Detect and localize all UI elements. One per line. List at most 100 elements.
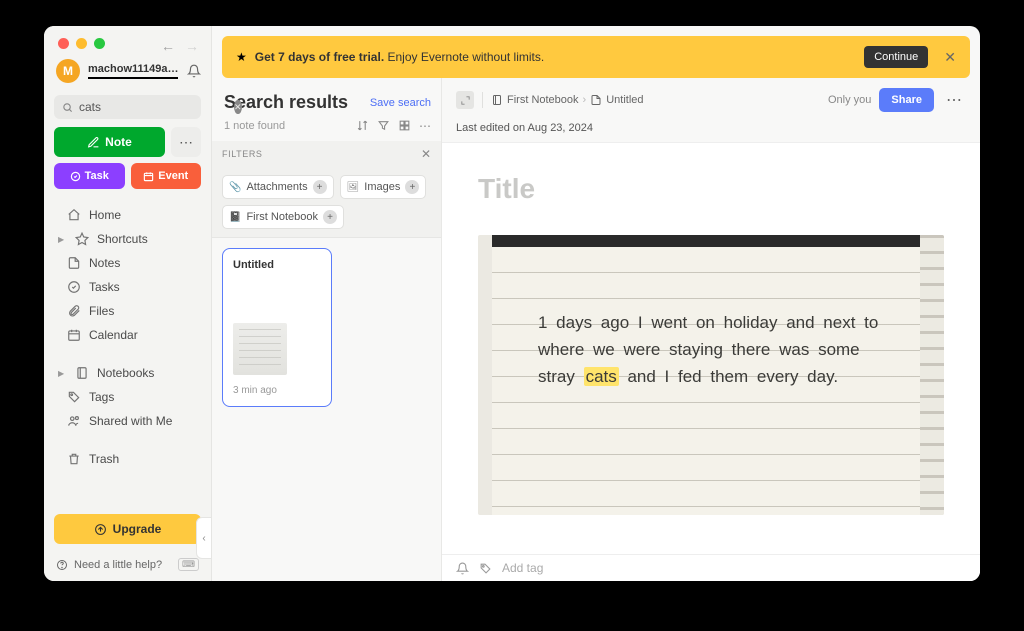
- window-close[interactable]: [58, 38, 69, 49]
- tag-add-icon[interactable]: [479, 562, 492, 575]
- search-icon: [62, 102, 73, 113]
- filters-header: FILTERS ✕: [212, 141, 441, 167]
- add-tag-placeholder[interactable]: Add tag: [502, 561, 543, 575]
- note-body[interactable]: Title 1 days ago I went on holiday and n…: [442, 142, 980, 554]
- nav-home[interactable]: Home: [50, 203, 205, 227]
- help-label: Need a little help?: [74, 559, 162, 571]
- keyboard-icon: ⌨: [178, 558, 199, 571]
- nav-back-icon[interactable]: ←: [161, 38, 175, 54]
- chevron-right-icon: ▶: [58, 369, 66, 378]
- sort-icon[interactable]: [356, 119, 369, 133]
- nav-notebooks[interactable]: ▶ Notebooks: [50, 361, 205, 385]
- sidebar-collapse-handle[interactable]: ‹: [196, 517, 212, 559]
- window-zoom[interactable]: [94, 38, 105, 49]
- card-thumbnail: [233, 323, 287, 375]
- search-highlight: cats: [584, 367, 619, 386]
- results-column: Search results Save search 1 note found …: [212, 78, 442, 581]
- new-note-button[interactable]: Note: [54, 127, 165, 157]
- new-event-button[interactable]: Event: [131, 163, 202, 189]
- nav-tags[interactable]: Tags: [50, 385, 205, 409]
- new-note-label: Note: [105, 135, 132, 149]
- nav-forward-icon[interactable]: →: [185, 38, 199, 54]
- nav-calendar-label: Calendar: [89, 328, 138, 342]
- nav-files[interactable]: Files: [50, 299, 205, 323]
- note-more-icon[interactable]: ⋯: [942, 90, 966, 110]
- nav-notes[interactable]: Notes: [50, 251, 205, 275]
- trial-banner: ★ Get 7 days of free trial. Enjoy Everno…: [222, 36, 970, 78]
- note-title-placeholder[interactable]: Title: [478, 173, 944, 205]
- view-grid-icon[interactable]: [398, 119, 411, 133]
- new-task-button[interactable]: Task: [54, 163, 125, 189]
- nav-files-label: Files: [89, 304, 114, 318]
- chip-add-icon[interactable]: +: [313, 180, 327, 194]
- nav-home-label: Home: [89, 208, 121, 222]
- filters-close-icon[interactable]: ✕: [421, 147, 431, 161]
- notebook-icon: [491, 94, 503, 106]
- nav-calendar[interactable]: Calendar: [50, 323, 205, 347]
- more-icon[interactable]: ⋯: [419, 119, 431, 133]
- note-image[interactable]: 1 days ago I went on holiday and next to…: [478, 235, 944, 515]
- nav-shortcuts[interactable]: ▶Shortcuts: [50, 227, 205, 251]
- note-column: First Notebook › Untitled Only you Share…: [442, 78, 980, 581]
- crumb-note[interactable]: Untitled: [606, 94, 643, 106]
- nav-tasks-label: Tasks: [89, 280, 120, 294]
- chip-add-icon[interactable]: +: [323, 210, 337, 224]
- banner-close-icon[interactable]: ✕: [944, 49, 956, 66]
- only-you-label: Only you: [828, 94, 871, 106]
- filter-chip-notebook[interactable]: 📓First Notebook+: [222, 205, 344, 229]
- card-title: Untitled: [233, 259, 321, 271]
- share-button[interactable]: Share: [879, 88, 934, 112]
- home-icon: [66, 208, 81, 222]
- results-title: Search results: [224, 92, 370, 113]
- upgrade-label: Upgrade: [113, 522, 162, 536]
- nav-shortcuts-label: Shortcuts: [97, 232, 148, 246]
- expand-icon[interactable]: [456, 91, 474, 109]
- avatar: M: [56, 59, 80, 83]
- profile-email-redacted: [88, 77, 178, 79]
- chip-add-icon[interactable]: +: [405, 180, 419, 194]
- star-icon: [74, 232, 89, 246]
- nav-tasks[interactable]: Tasks: [50, 275, 205, 299]
- filters-label: FILTERS: [222, 149, 263, 159]
- chip-label: First Notebook: [246, 211, 318, 223]
- search-box[interactable]: ✕: [54, 95, 201, 119]
- nav-notebooks-label: Notebooks: [97, 366, 154, 380]
- window-minimize[interactable]: [76, 38, 87, 49]
- star-icon: ★: [236, 50, 247, 64]
- help-icon: [56, 559, 68, 571]
- banner-text: Get 7 days of free trial. Enjoy Evernote…: [255, 50, 544, 64]
- nav-trash[interactable]: Trash: [50, 447, 205, 471]
- note-small-icon: [590, 94, 602, 106]
- paperclip-icon: 📎: [229, 182, 241, 193]
- filter-chips: 📎Attachments+ 🖼Images+ 📓First Notebook+: [212, 167, 441, 238]
- help-row[interactable]: Need a little help? ⌨: [44, 552, 211, 581]
- result-note-card[interactable]: Untitled 3 min ago: [222, 248, 332, 407]
- profile-row[interactable]: M machow11149ab4db…: [44, 49, 211, 87]
- new-note-more-button[interactable]: ⋯: [171, 127, 201, 157]
- tag-icon: [66, 390, 81, 404]
- new-event-label: Event: [158, 170, 188, 182]
- notifications-icon[interactable]: [187, 64, 201, 78]
- chevron-right-icon: ›: [583, 94, 587, 106]
- search-input[interactable]: [79, 100, 234, 114]
- note-footer: Add tag: [442, 554, 980, 581]
- notebook-icon: [74, 366, 89, 380]
- search-clear-icon[interactable]: ✕: [234, 100, 242, 114]
- banner-continue-button[interactable]: Continue: [864, 46, 928, 68]
- filter-chip-attachments[interactable]: 📎Attachments+: [222, 175, 334, 199]
- save-search-link[interactable]: Save search: [370, 97, 431, 109]
- filter-chip-images[interactable]: 🖼Images+: [340, 175, 427, 199]
- nav-trash-label: Trash: [89, 452, 119, 466]
- sidebar: ← → M machow11149ab4db… ✕ Note: [44, 26, 212, 581]
- new-task-label: Task: [85, 170, 109, 182]
- filter-icon[interactable]: [377, 119, 390, 133]
- handwriting-text: 1 days ago I went on holiday and next to…: [538, 309, 900, 390]
- nav-shared[interactable]: Shared with Me: [50, 409, 205, 433]
- people-icon: [66, 414, 81, 428]
- image-icon: 🖼: [347, 182, 360, 193]
- crumb-notebook[interactable]: First Notebook: [507, 94, 579, 106]
- note-icon: [66, 256, 81, 270]
- breadcrumb: First Notebook › Untitled: [491, 94, 644, 106]
- reminder-icon[interactable]: [456, 562, 469, 575]
- upgrade-button[interactable]: Upgrade: [54, 514, 201, 544]
